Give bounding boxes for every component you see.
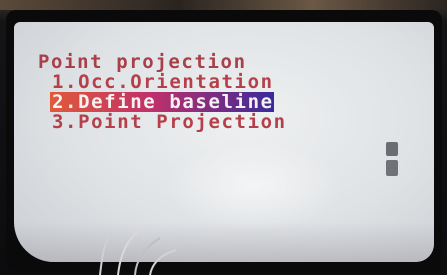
menu-item-point-projection[interactable]: 3.Point Projection [38, 112, 287, 132]
screen-glare [164, 142, 344, 232]
cable-reflection [90, 222, 200, 275]
background-strip [0, 0, 447, 10]
device-photo: Point projection 1.Occ.Orientation 2.Def… [0, 0, 447, 275]
lcd-screen: Point projection 1.Occ.Orientation 2.Def… [14, 22, 434, 262]
scrollbar-track-icon [386, 160, 398, 176]
menu-item-occ-orientation[interactable]: 1.Occ.Orientation [38, 72, 287, 92]
scrollbar[interactable] [386, 142, 398, 178]
cable-icon [99, 229, 177, 275]
menu-title: Point projection [38, 51, 247, 73]
scrollbar-thumb-icon[interactable] [386, 142, 398, 156]
screen-reflection [14, 222, 434, 262]
menu: Point projection 1.Occ.Orientation 2.Def… [38, 52, 287, 132]
menu-item-define-baseline[interactable]: 2.Define baseline [50, 92, 274, 112]
